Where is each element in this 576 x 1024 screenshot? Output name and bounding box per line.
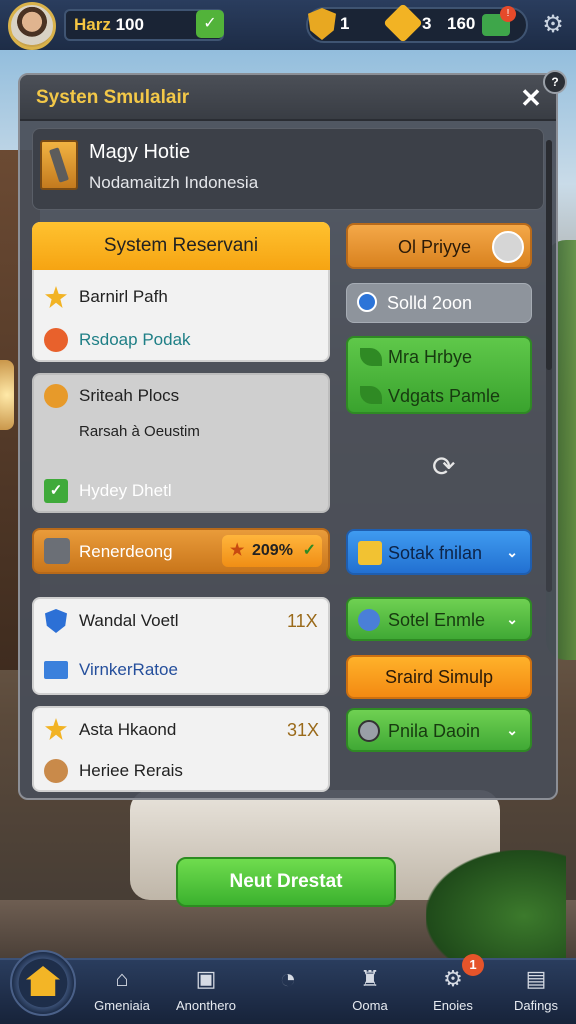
option-button-7-label: Pnila Daoin — [388, 721, 481, 741]
status-card[interactable] — [32, 373, 330, 513]
settings-gear-icon[interactable]: ⚙ — [540, 12, 566, 38]
option-button-2[interactable]: Solld 2oon — [346, 283, 532, 323]
nav-item-ooma[interactable]: ♜ Ooma — [330, 966, 410, 1020]
hotel-name: Magy Hotie — [89, 141, 191, 163]
option-button-1[interactable]: Ol Priyye — [346, 223, 532, 269]
background-leaf — [426, 850, 566, 960]
nav-item-another[interactable]: ▣ Anonthero — [166, 966, 246, 1020]
bag-icon: ♜ — [360, 966, 380, 991]
badge-check-icon: ✓ — [302, 542, 316, 559]
chevron-down-icon: ⌄ — [506, 611, 518, 627]
nav-item-mouse[interactable]: ◔ — [248, 963, 328, 1020]
option-button-1-label: Ol Priyye — [398, 237, 472, 257]
chevron-down-icon: ⌄ — [506, 722, 518, 738]
rewards-row-2: Heriee Rerais — [79, 761, 183, 780]
radio-check-icon — [357, 292, 377, 312]
resource-1-count: 1 — [340, 14, 350, 33]
rendering-badge-value: 209% — [252, 542, 293, 559]
nav-label: Gmeniaia — [94, 998, 150, 1013]
scrollbar-thumb[interactable] — [546, 140, 552, 370]
hotel-location: Nodamaitzh Indonesia — [89, 173, 259, 192]
gear-icon: ⚙ — [443, 966, 463, 991]
door-icon: ▣ — [195, 966, 217, 991]
status-row-1: Sriteah Plocs — [79, 386, 180, 405]
nav-label: Enoies — [433, 998, 473, 1013]
resource-2-count: 3 — [422, 14, 432, 33]
option-group-green[interactable]: Mra Hrbye Vdgats Pamle — [346, 336, 532, 414]
voucher-row-2: VirnkerRatoe — [79, 660, 178, 679]
option-button-5-label: Sotel Enmle — [388, 610, 486, 630]
panel-header: Systen Smulalair ✕ — [20, 75, 556, 121]
cookie-icon — [44, 759, 68, 783]
player-avatar[interactable] — [8, 2, 56, 50]
pin-icon — [358, 720, 380, 742]
help-badge[interactable]: ? — [543, 70, 567, 94]
close-button[interactable]: ✕ — [516, 83, 546, 113]
voucher-count: 11X — [287, 611, 318, 631]
option-button-4[interactable]: Sotak fnilan ⌄ — [346, 529, 532, 575]
rewards-row-1: Asta Hkaond — [79, 720, 177, 739]
status-row-3: Hydey Dhetl — [79, 481, 172, 500]
rendering-label: Renerdeong — [79, 542, 173, 561]
status-row-2: Rarsah à Oeustim — [79, 423, 200, 440]
nav-item-enoies[interactable]: ⚙ Enoies — [413, 966, 493, 1020]
option-button-4-label: Sotak fnilan — [388, 543, 483, 563]
reservation-card-header[interactable]: System Reservani — [32, 222, 330, 270]
badge-star-icon: ★ — [230, 542, 245, 559]
option-button-6-label: Sraird Simulp — [384, 667, 494, 687]
nav-label: Anonthero — [176, 998, 236, 1013]
option-button-6[interactable]: Sraird Simulp — [346, 655, 532, 699]
mouse-icon: ◔ — [279, 963, 297, 994]
voucher-card[interactable] — [32, 597, 330, 695]
next-button[interactable]: Neut Drestat — [176, 857, 396, 907]
voucher-row-1: Wandal Voetl — [79, 611, 179, 630]
rendering-badge[interactable]: ★ 209% ✓ — [222, 535, 322, 567]
cash-alert-icon: ! — [500, 6, 516, 22]
player-level: 100 — [115, 15, 144, 34]
leaf-icon — [360, 348, 382, 366]
option-button-5[interactable]: Sotel Enmle ⌄ — [346, 597, 532, 641]
wrench-icon — [44, 538, 70, 564]
option-button-3b-label: Vdgats Pamle — [388, 386, 501, 406]
loading-spinner-icon: ⟳ — [432, 451, 456, 482]
player-name: Harz — [74, 15, 111, 34]
nav-label: Ooma — [352, 998, 388, 1013]
confirm-check-button[interactable]: ✓ — [196, 10, 224, 38]
check-square-icon[interactable]: ✓ — [44, 479, 68, 503]
nav-item-dafings[interactable]: ▤ Dafings — [496, 966, 576, 1020]
coin-icon — [492, 231, 524, 263]
panel-title: Systen Smulalair — [36, 87, 190, 108]
option-button-2-label: Solld 2oon — [387, 293, 473, 313]
notification-badge: 1 — [462, 954, 484, 976]
reservation-row-2: Rsdoap Podak — [79, 330, 191, 349]
hotel-key-icon — [40, 140, 78, 190]
leaf-icon — [360, 386, 382, 404]
rewards-count: 31X — [287, 720, 320, 740]
tag-icon — [358, 609, 380, 631]
chevron-down-icon: ⌄ — [506, 544, 518, 560]
background-lamp — [0, 360, 14, 430]
building-icon: ⌂ — [115, 966, 129, 991]
nav-label: Dafings — [513, 998, 559, 1013]
resource-3-count: 160 — [447, 14, 476, 33]
option-button-3a-label: Mra Hrbye — [388, 347, 473, 367]
clock-icon — [44, 384, 68, 408]
envelope-icon — [44, 661, 68, 679]
option-button-7[interactable]: Pnila Daoin ⌄ — [346, 708, 532, 752]
reservation-row-1: Barnirl Pafh — [79, 287, 168, 306]
nav-item-general[interactable]: ⌂ Gmeniaia — [82, 966, 162, 1020]
stamp-icon: ▤ — [525, 966, 547, 991]
tools-icon — [358, 541, 382, 565]
lock-icon — [44, 328, 68, 352]
